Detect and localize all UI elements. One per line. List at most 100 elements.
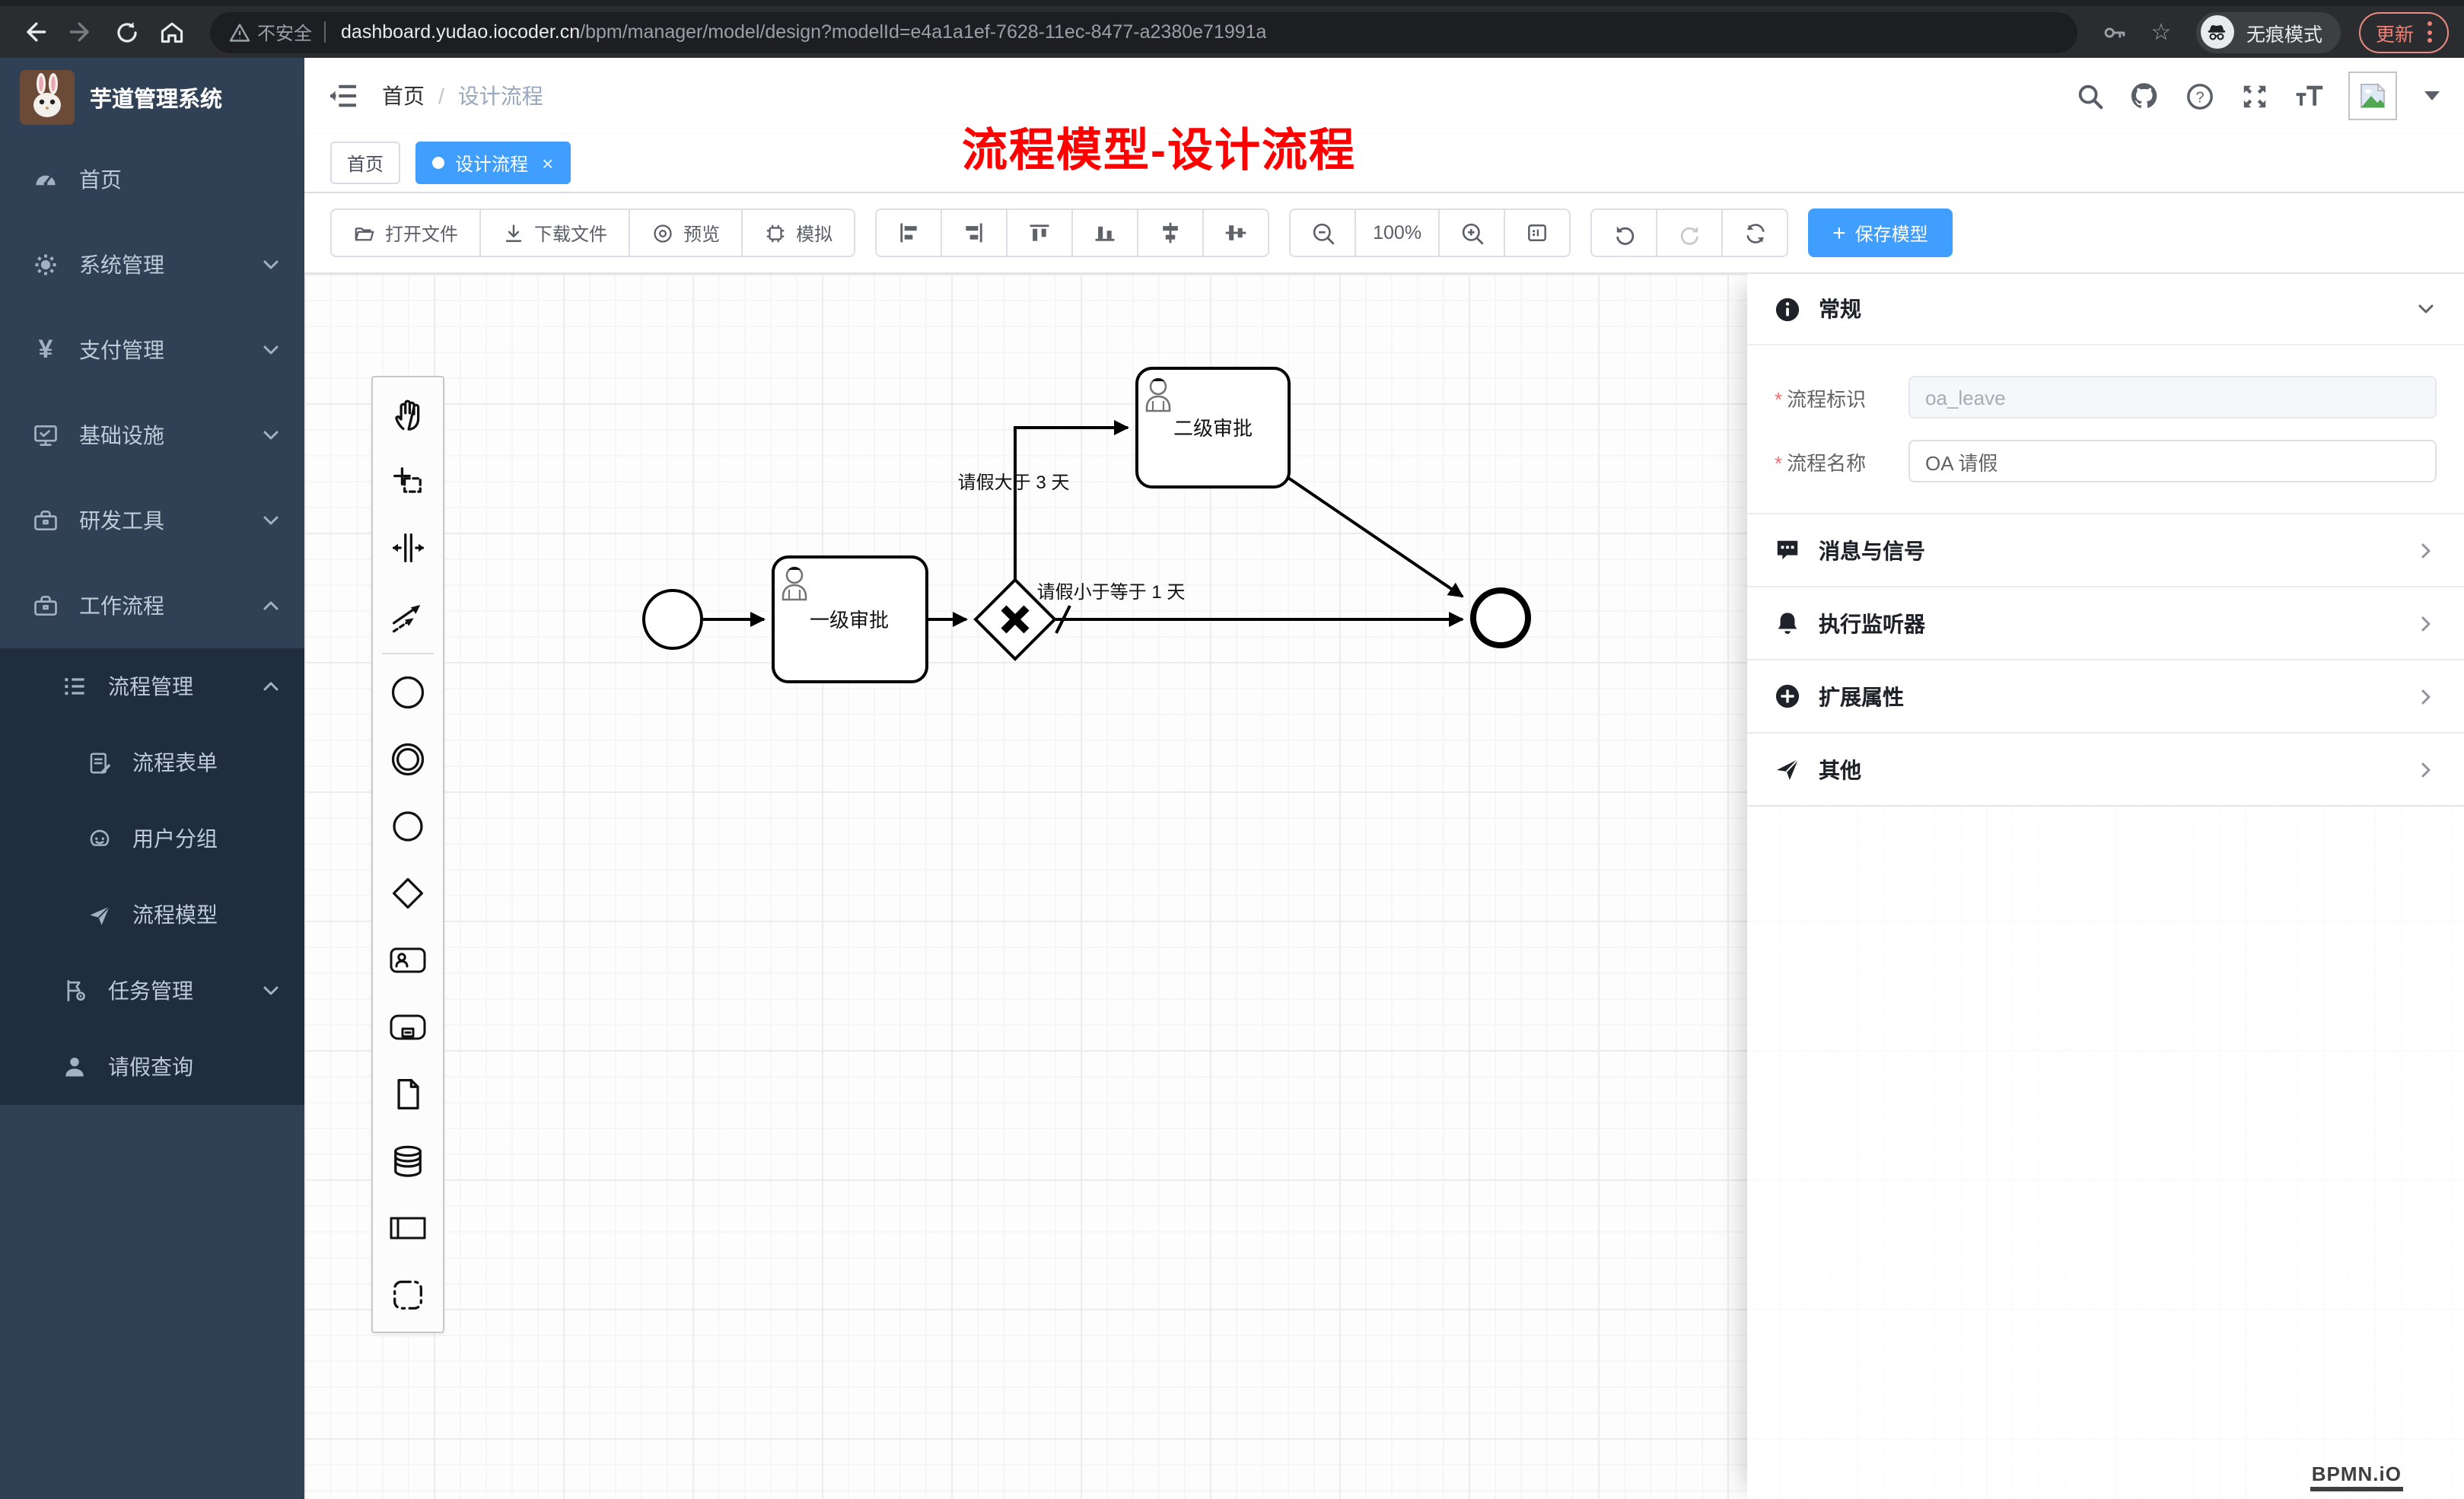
condition-label-gt3[interactable]: 请假大于 3 天 xyxy=(958,473,1070,493)
flow-task2-to-end[interactable] xyxy=(1286,476,1463,597)
sidebar-item-task-mgmt[interactable]: 任务管理 xyxy=(0,953,304,1029)
start-event[interactable] xyxy=(644,590,702,648)
align-center-vertical-button[interactable] xyxy=(1202,208,1269,257)
chevron-down-icon xyxy=(262,426,280,444)
sidebar-item-home[interactable]: 首页 xyxy=(0,137,304,222)
breadcrumb-current: 设计流程 xyxy=(458,81,543,111)
align-right-button[interactable] xyxy=(941,208,1008,257)
task-flag-icon xyxy=(61,977,88,1004)
restart-button[interactable] xyxy=(1721,208,1788,257)
section-general[interactable]: 常规 xyxy=(1747,274,2464,345)
yen-icon: ¥ xyxy=(32,335,59,365)
align-bottom-button[interactable] xyxy=(1071,208,1138,257)
open-file-button[interactable]: 打开文件 xyxy=(330,208,481,257)
zoom-reset-button[interactable] xyxy=(1504,208,1571,257)
sidebar-item-process-mgmt[interactable]: 流程管理 xyxy=(0,648,304,724)
create-data-object[interactable] xyxy=(373,1061,443,1128)
zoom-out-button[interactable] xyxy=(1289,208,1356,257)
sidebar-item-process-model[interactable]: 流程模型 xyxy=(0,877,304,953)
chrome-update-button[interactable]: 更新 xyxy=(2359,11,2449,53)
align-left-button[interactable] xyxy=(875,208,942,257)
lasso-tool[interactable] xyxy=(373,447,443,514)
align-center-horizontal-button[interactable] xyxy=(1137,208,1204,257)
save-model-button[interactable]: + 保存模型 xyxy=(1808,208,1953,257)
create-group[interactable] xyxy=(373,1262,443,1329)
chevron-right-icon xyxy=(2415,539,2437,561)
reload-icon[interactable] xyxy=(107,12,146,52)
browser-chrome: 不安全 dashboard.yudao.iocoder.cn /bpm/mana… xyxy=(0,0,2464,58)
undo-button[interactable] xyxy=(1590,208,1657,257)
close-tab-icon[interactable]: × xyxy=(542,153,553,173)
brand-title: 芋道管理系统 xyxy=(90,81,222,113)
download-icon xyxy=(502,221,525,244)
chrome-menu-icon[interactable] xyxy=(2427,21,2432,43)
create-intermediate-event[interactable] xyxy=(373,726,443,793)
process-key-input[interactable] xyxy=(1908,376,2437,419)
create-call-activity[interactable] xyxy=(373,994,443,1061)
global-connect-tool[interactable] xyxy=(373,581,443,648)
align-top-button[interactable] xyxy=(1006,208,1073,257)
bpmn-canvas[interactable]: 一级审批 xyxy=(304,272,2464,1499)
process-name-input[interactable] xyxy=(1908,440,2437,482)
section-message-signal[interactable]: 消息与信号 xyxy=(1747,513,2464,586)
section-extended-attributes[interactable]: 扩展属性 xyxy=(1747,659,2464,732)
sidebar-item-infrastructure[interactable]: 基础设施 xyxy=(0,393,304,478)
info-icon xyxy=(1775,296,1800,322)
back-icon[interactable] xyxy=(15,12,55,52)
user-task-level2[interactable]: 二级审批 xyxy=(1137,368,1289,487)
sidebar-item-devtools[interactable]: 研发工具 xyxy=(0,478,304,563)
section-other[interactable]: 其他 xyxy=(1747,732,2464,805)
font-size-icon[interactable] xyxy=(2294,81,2324,111)
sidebar-item-workflow[interactable]: 工作流程 xyxy=(0,563,304,648)
hand-tool[interactable] xyxy=(373,380,443,447)
security-label[interactable]: 不安全 xyxy=(257,19,312,45)
redo-button[interactable] xyxy=(1656,208,1723,257)
sidebar-item-process-form[interactable]: 流程表单 xyxy=(0,724,304,800)
sidebar-item-system[interactable]: 系统管理 xyxy=(0,222,304,307)
url-bar[interactable]: 不安全 dashboard.yudao.iocoder.cn /bpm/mana… xyxy=(210,11,2077,53)
tab-home[interactable]: 首页 xyxy=(330,142,400,184)
sidebar-item-leave-query[interactable]: 请假查询 xyxy=(0,1029,304,1105)
fullscreen-icon[interactable] xyxy=(2239,81,2269,111)
create-gateway[interactable] xyxy=(373,860,443,927)
forward-icon[interactable] xyxy=(61,12,100,52)
active-dot xyxy=(432,157,444,169)
home-icon[interactable] xyxy=(152,12,192,52)
create-start-event[interactable] xyxy=(373,659,443,726)
simulate-button[interactable]: 模拟 xyxy=(741,208,855,257)
user-task-level1[interactable]: 一级审批 xyxy=(773,557,927,682)
url-path: /bpm/manager/model/design?modelId=e4a1a1… xyxy=(580,21,1266,43)
section-execution-listener[interactable]: 执行监听器 xyxy=(1747,586,2464,659)
chevron-down-icon xyxy=(2415,298,2437,320)
breadcrumb-home[interactable]: 首页 xyxy=(382,81,425,111)
preview-button[interactable]: 预览 xyxy=(629,208,743,257)
space-tool[interactable] xyxy=(373,514,443,581)
avatar-dropdown-icon[interactable] xyxy=(2424,91,2440,100)
bell-icon xyxy=(1775,610,1800,636)
create-participant[interactable] xyxy=(373,1195,443,1262)
tab-design-process[interactable]: 设计流程 × xyxy=(415,142,570,184)
palette-separator xyxy=(382,653,434,654)
bookmark-star-icon[interactable]: ☆ xyxy=(2141,12,2181,52)
create-end-event[interactable] xyxy=(373,793,443,860)
create-user-task[interactable] xyxy=(373,927,443,994)
flow-gateway-to-task2[interactable] xyxy=(1015,428,1128,580)
help-icon[interactable]: ? xyxy=(2184,81,2214,111)
plus-circle-icon xyxy=(1775,683,1800,709)
end-event[interactable] xyxy=(1473,590,1528,645)
github-icon[interactable] xyxy=(2129,81,2160,111)
sidebar-item-payment[interactable]: ¥ 支付管理 xyxy=(0,307,304,393)
brand[interactable]: 芋道管理系统 xyxy=(0,58,304,137)
zoom-in-button[interactable] xyxy=(1438,208,1505,257)
bpmn-io-watermark[interactable]: BPMN.iO xyxy=(2310,1462,2403,1491)
url-divider xyxy=(324,21,326,43)
download-file-button[interactable]: 下载文件 xyxy=(479,208,630,257)
app-root: 不安全 dashboard.yudao.iocoder.cn /bpm/mana… xyxy=(0,0,2464,1499)
create-data-store[interactable] xyxy=(373,1128,443,1195)
condition-label-lte1[interactable]: 请假小于等于 1 天 xyxy=(1037,582,1186,603)
password-key-icon[interactable] xyxy=(2096,12,2135,52)
search-icon[interactable] xyxy=(2074,81,2105,111)
avatar[interactable] xyxy=(2348,72,2397,120)
collapse-sidebar-icon[interactable] xyxy=(329,83,358,109)
sidebar-item-user-group[interactable]: 用户分组 xyxy=(0,800,304,877)
